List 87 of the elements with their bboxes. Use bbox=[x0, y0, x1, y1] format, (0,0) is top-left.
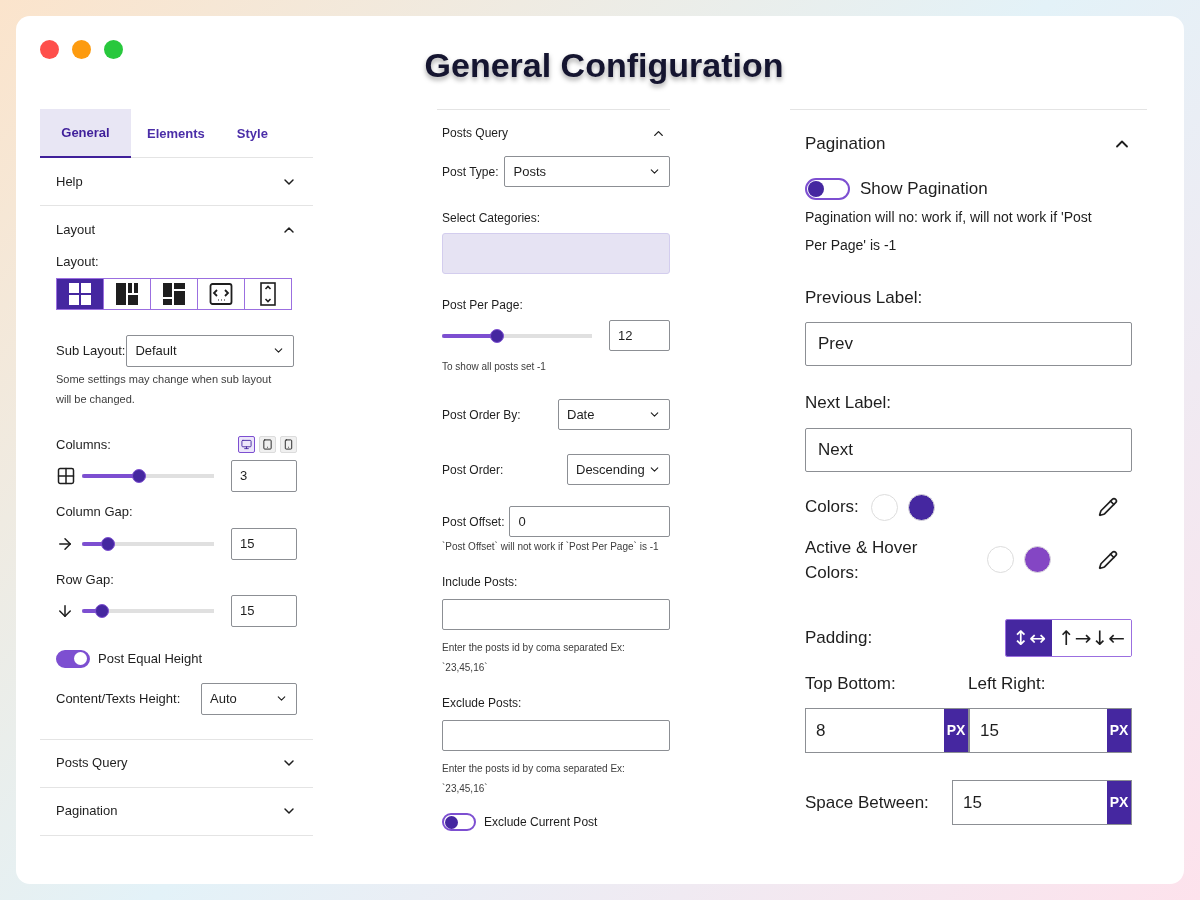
select-dropdown[interactable]: Default bbox=[126, 334, 295, 367]
field-label: Next Label: bbox=[805, 393, 891, 412]
page-title: General Configuration bbox=[424, 45, 784, 86]
slider-thumb[interactable] bbox=[95, 604, 110, 618]
carousel-layout-icon bbox=[209, 281, 233, 306]
field-label: Post Order By: bbox=[442, 406, 521, 424]
input-field[interactable] bbox=[442, 720, 670, 751]
help-text: `Post Offset` will not work if `Post Per Page` is -1 bbox=[442, 540, 660, 554]
toggle-switch[interactable] bbox=[805, 177, 850, 200]
field-label: Space Between: bbox=[805, 791, 929, 814]
unit-label: PX bbox=[1107, 781, 1131, 824]
input-field[interactable]: Next bbox=[805, 427, 1132, 472]
pencil-icon[interactable] bbox=[1098, 497, 1118, 517]
unit-label: PX bbox=[1107, 709, 1131, 752]
field-label: Left Right: bbox=[968, 673, 1046, 693]
input-field[interactable]: 8 PX bbox=[805, 708, 969, 753]
device-button[interactable] bbox=[238, 435, 255, 453]
field-label: Padding: bbox=[805, 626, 873, 649]
help-text: Enter the posts id by coma separated Ex: `23,45,16` bbox=[442, 762, 626, 796]
toggle-label: Exclude Current Post bbox=[484, 814, 598, 831]
accordion-header[interactable]: Posts Query bbox=[442, 110, 670, 156]
field-label: Row Gap: bbox=[56, 570, 115, 589]
padding-mode-button[interactable]: ↕↔ bbox=[1006, 619, 1052, 656]
field-label: Content/Texts Height: bbox=[56, 689, 181, 708]
input-field[interactable]: 0 bbox=[509, 506, 670, 537]
columns-layout-icon bbox=[115, 281, 139, 306]
toggle-switch[interactable] bbox=[56, 649, 90, 668]
phone-icon bbox=[283, 438, 294, 450]
unit-label: PX bbox=[944, 709, 968, 752]
field-label: Active & Hover Colors: bbox=[805, 536, 919, 584]
toggle-label: Post Equal Height bbox=[98, 650, 203, 668]
field-label: Post Type: bbox=[442, 163, 499, 181]
input-field[interactable]: 15 bbox=[231, 595, 297, 627]
pencil-icon[interactable] bbox=[1098, 549, 1118, 570]
slider-thumb[interactable] bbox=[132, 469, 147, 483]
input-field[interactable]: 15 PX bbox=[952, 780, 1132, 825]
field-label: Post Order: bbox=[442, 461, 504, 479]
field-label: Post Per Page: bbox=[442, 298, 523, 312]
field-label: Colors: bbox=[805, 496, 859, 519]
input-field[interactable] bbox=[442, 599, 670, 630]
accordion-header[interactable]: Pagination bbox=[40, 787, 313, 836]
toggle-switch[interactable] bbox=[442, 813, 476, 831]
field-label: Column Gap: bbox=[56, 503, 134, 521]
masonry-layout-icon bbox=[162, 281, 186, 306]
field-label: Top Bottom: bbox=[805, 673, 896, 693]
slider-thumb[interactable] bbox=[489, 328, 504, 343]
accordion-header[interactable]: Layout bbox=[40, 206, 313, 254]
color-swatch[interactable] bbox=[907, 493, 935, 521]
layout-option[interactable] bbox=[57, 278, 103, 309]
field-label: Post Offset: bbox=[442, 513, 505, 531]
field-label: Select Categories: bbox=[442, 211, 541, 225]
field-label: Include Posts: bbox=[442, 575, 518, 589]
grid-icon bbox=[56, 466, 76, 486]
input-field[interactable]: 15 bbox=[231, 527, 297, 560]
select-dropdown[interactable]: Auto bbox=[201, 682, 297, 715]
tab[interactable]: Elements bbox=[131, 109, 221, 158]
monitor-icon bbox=[241, 438, 252, 450]
help-text: To show all posts set -1 bbox=[442, 360, 547, 374]
slider-thumb[interactable] bbox=[101, 536, 116, 551]
categories-field[interactable] bbox=[442, 233, 670, 274]
field-label: Columns: bbox=[56, 435, 111, 454]
input-field[interactable]: 3 bbox=[231, 460, 297, 492]
field-label: Previous Label: bbox=[805, 287, 923, 307]
help-text: Some settings may change when sub layout will be changed. bbox=[56, 371, 273, 407]
tab[interactable]: General bbox=[40, 109, 131, 158]
input-field[interactable]: 15 PX bbox=[969, 708, 1132, 753]
color-swatch[interactable] bbox=[987, 546, 1014, 573]
arrow-down-icon bbox=[56, 602, 74, 620]
select-dropdown[interactable]: Date bbox=[558, 399, 670, 430]
color-swatch[interactable] bbox=[1024, 546, 1051, 573]
input-field[interactable]: 12 bbox=[609, 320, 670, 351]
accordion-header[interactable]: Help bbox=[40, 158, 313, 206]
field-label: Layout: bbox=[56, 253, 100, 271]
accordion-header[interactable]: Posts Query bbox=[40, 739, 313, 788]
input-field[interactable]: Prev bbox=[805, 322, 1132, 366]
accordion-header[interactable]: Pagination bbox=[805, 110, 1132, 178]
tab[interactable]: Style bbox=[220, 109, 284, 158]
grid-layout-icon bbox=[68, 281, 92, 306]
tablet-icon bbox=[262, 438, 273, 450]
help-text: Pagination will no: work if, will not work if 'Post Per Page' is -1 bbox=[805, 207, 1093, 255]
field-label: Sub Layout: bbox=[56, 341, 126, 360]
field-label: Exclude Posts: bbox=[442, 696, 522, 710]
toggle-label: Show Pagination bbox=[860, 178, 988, 200]
select-dropdown[interactable]: Posts bbox=[504, 156, 670, 187]
color-swatch[interactable] bbox=[870, 493, 898, 521]
select-dropdown[interactable]: Descending bbox=[567, 454, 670, 485]
help-text: Enter the posts id by coma separated Ex: `23,45,16` bbox=[442, 641, 626, 675]
